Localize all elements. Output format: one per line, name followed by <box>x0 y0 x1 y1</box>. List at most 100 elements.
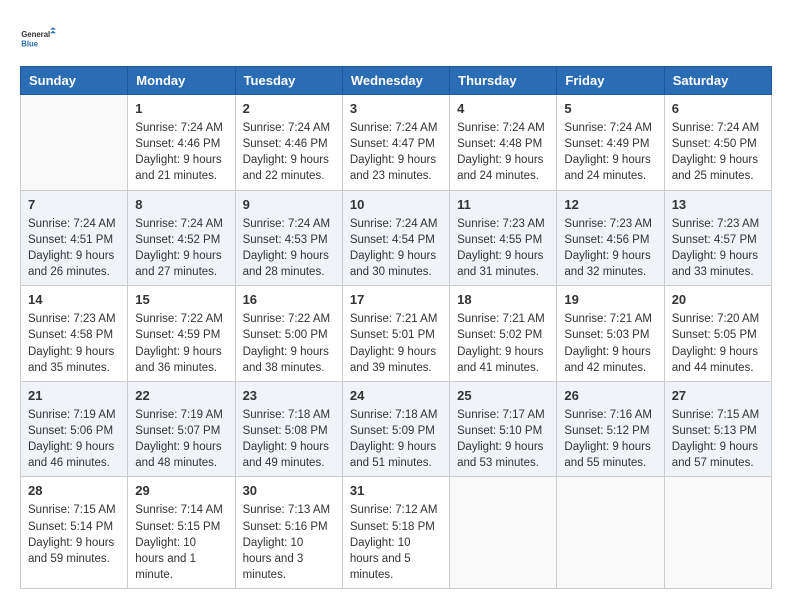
calendar-day-cell: 27Sunrise: 7:15 AMSunset: 5:13 PMDayligh… <box>664 381 771 477</box>
day-number: 30 <box>243 482 335 500</box>
day-number: 24 <box>350 387 442 405</box>
calendar-day-cell <box>664 477 771 589</box>
day-number: 31 <box>350 482 442 500</box>
calendar-table: SundayMondayTuesdayWednesdayThursdayFrid… <box>20 66 772 589</box>
calendar-day-cell: 12Sunrise: 7:23 AMSunset: 4:56 PMDayligh… <box>557 190 664 286</box>
sunrise-text: Sunrise: 7:24 AM <box>243 122 331 134</box>
daylight-text: Daylight: 9 hours and 35 minutes. <box>28 346 114 374</box>
day-number: 7 <box>28 196 120 214</box>
svg-text:General: General <box>21 30 50 39</box>
sunset-text: Sunset: 5:08 PM <box>243 425 328 437</box>
sunset-text: Sunset: 4:55 PM <box>457 234 542 246</box>
calendar-day-cell: 22Sunrise: 7:19 AMSunset: 5:07 PMDayligh… <box>128 381 235 477</box>
day-number: 15 <box>135 291 227 309</box>
sunset-text: Sunset: 5:07 PM <box>135 425 220 437</box>
calendar-day-cell: 3 Sunrise: 7:24 AM Sunset: 4:47 PM Daylight… <box>342 95 449 191</box>
calendar-header: SundayMondayTuesdayWednesdayThursdayFrid… <box>21 67 772 95</box>
daylight-text: Daylight: 9 hours and 44 minutes. <box>672 346 758 374</box>
sunrise-text: Sunrise: 7:23 AM <box>672 218 760 230</box>
sunset-text: Sunset: 4:59 PM <box>135 329 220 341</box>
daylight-text: Daylight: 9 hours and 46 minutes. <box>28 441 114 469</box>
sunset-text: Sunset: 4:52 PM <box>135 234 220 246</box>
sunset-text: Sunset: 5:13 PM <box>672 425 757 437</box>
sunrise-text: Sunrise: 7:24 AM <box>457 122 545 134</box>
sunset-text: Sunset: 5:14 PM <box>28 521 113 533</box>
sunrise-text: Sunrise: 7:19 AM <box>28 409 116 421</box>
sunset-text: Sunset: 5:18 PM <box>350 521 435 533</box>
day-number: 20 <box>672 291 764 309</box>
calendar-day-cell <box>557 477 664 589</box>
day-number: 3 <box>350 100 442 118</box>
calendar-day-cell: 31 Sunrise: 7:12 AM Sunset: 5:18 PM Dayligh… <box>342 477 449 589</box>
daylight-text: Daylight: 9 hours and 53 minutes. <box>457 441 543 469</box>
daylight-text: Daylight: 9 hours and 24 minutes. <box>457 154 543 182</box>
weekday-header-monday: Monday <box>128 67 235 95</box>
sunset-text: Sunset: 5:03 PM <box>564 329 649 341</box>
weekday-header-friday: Friday <box>557 67 664 95</box>
calendar-day-cell: 2Sunrise: 7:24 AMSunset: 4:46 PMDaylight… <box>235 95 342 191</box>
daylight-text: Daylight: 10 hours and 5 minutes. <box>350 537 411 581</box>
sunrise-text: Sunrise: 7:14 AM <box>135 504 223 516</box>
calendar-day-cell: 8Sunrise: 7:24 AMSunset: 4:52 PMDaylight… <box>128 190 235 286</box>
sunset-text: Sunset: 4:56 PM <box>564 234 649 246</box>
day-number: 16 <box>243 291 335 309</box>
calendar-day-cell: 15Sunrise: 7:22 AMSunset: 4:59 PMDayligh… <box>128 286 235 382</box>
sunset-text: Sunset: 5:16 PM <box>243 521 328 533</box>
sunrise-text: Sunrise: 7:21 AM <box>350 313 438 325</box>
sunrise-text: Sunrise: 7:20 AM <box>672 313 760 325</box>
day-number: 21 <box>28 387 120 405</box>
sunrise-text: Sunrise: 7:24 AM <box>243 218 331 230</box>
calendar-day-cell: 26Sunrise: 7:16 AMSunset: 5:12 PMDayligh… <box>557 381 664 477</box>
daylight-text: Daylight: 9 hours and 22 minutes. <box>243 154 329 182</box>
sunset-text: Sunset: 5:12 PM <box>564 425 649 437</box>
daylight-text: Daylight: 9 hours and 30 minutes. <box>350 250 436 278</box>
sunset-text: Sunset: 5:09 PM <box>350 425 435 437</box>
daylight-text: Daylight: 10 hours and 3 minutes. <box>243 537 304 581</box>
logo: General Blue <box>20 20 56 56</box>
day-number: 1 <box>135 100 227 118</box>
calendar-day-cell: 29Sunrise: 7:14 AMSunset: 5:15 PMDayligh… <box>128 477 235 589</box>
sunrise-text: Sunrise: 7:21 AM <box>564 313 652 325</box>
sunrise-text: Sunrise: 7:24 AM <box>672 122 760 134</box>
daylight-text: Daylight: 9 hours and 26 minutes. <box>28 250 114 278</box>
sunrise-text: Sunrise: 7:24 AM <box>350 122 438 134</box>
sunrise-text: Sunrise: 7:24 AM <box>135 122 223 134</box>
day-number: 25 <box>457 387 549 405</box>
sunset-text: Sunset: 5:10 PM <box>457 425 542 437</box>
day-number: 9 <box>243 196 335 214</box>
sunrise-text: Sunrise: 7:18 AM <box>243 409 331 421</box>
day-number: 29 <box>135 482 227 500</box>
sunrise-text: Sunrise: 7:24 AM <box>28 218 116 230</box>
calendar-week-2: 14Sunrise: 7:23 AMSunset: 4:58 PMDayligh… <box>21 286 772 382</box>
calendar-day-cell <box>450 477 557 589</box>
calendar-day-cell: 10Sunrise: 7:24 AMSunset: 4:54 PMDayligh… <box>342 190 449 286</box>
daylight-text: Daylight: 9 hours and 55 minutes. <box>564 441 650 469</box>
sunrise-text: Sunrise: 7:22 AM <box>135 313 223 325</box>
daylight-text: Daylight: 9 hours and 23 minutes. <box>350 154 436 182</box>
calendar-day-cell: 18Sunrise: 7:21 AMSunset: 5:02 PMDayligh… <box>450 286 557 382</box>
day-number: 6 <box>672 100 764 118</box>
sunset-text: Sunset: 4:54 PM <box>350 234 435 246</box>
calendar-day-cell <box>21 95 128 191</box>
day-number: 5 <box>564 100 656 118</box>
sunrise-text: Sunrise: 7:12 AM <box>350 504 438 516</box>
weekday-header-thursday: Thursday <box>450 67 557 95</box>
day-number: 4 <box>457 100 549 118</box>
sunset-text: Sunset: 4:46 PM <box>243 138 328 150</box>
calendar-day-cell: 9Sunrise: 7:24 AMSunset: 4:53 PMDaylight… <box>235 190 342 286</box>
sunset-text: Sunset: 5:02 PM <box>457 329 542 341</box>
weekday-header-wednesday: Wednesday <box>342 67 449 95</box>
sunrise-text: Sunrise: 7:15 AM <box>672 409 760 421</box>
daylight-text: Daylight: 9 hours and 59 minutes. <box>28 537 114 565</box>
sunset-text: Sunset: 5:05 PM <box>672 329 757 341</box>
sunrise-text: Sunrise: 7:19 AM <box>135 409 223 421</box>
daylight-text: Daylight: 9 hours and 31 minutes. <box>457 250 543 278</box>
calendar-day-cell: 16Sunrise: 7:22 AMSunset: 5:00 PMDayligh… <box>235 286 342 382</box>
calendar-day-cell: 1Sunrise: 7:24 AMSunset: 4:46 PMDaylight… <box>128 95 235 191</box>
sunrise-text: Sunrise: 7:23 AM <box>457 218 545 230</box>
calendar-day-cell: 14Sunrise: 7:23 AMSunset: 4:58 PMDayligh… <box>21 286 128 382</box>
day-number: 23 <box>243 387 335 405</box>
sunset-text: Sunset: 4:47 PM <box>350 138 435 150</box>
calendar-week-1: 7Sunrise: 7:24 AMSunset: 4:51 PMDaylight… <box>21 190 772 286</box>
sunset-text: Sunset: 4:50 PM <box>672 138 757 150</box>
